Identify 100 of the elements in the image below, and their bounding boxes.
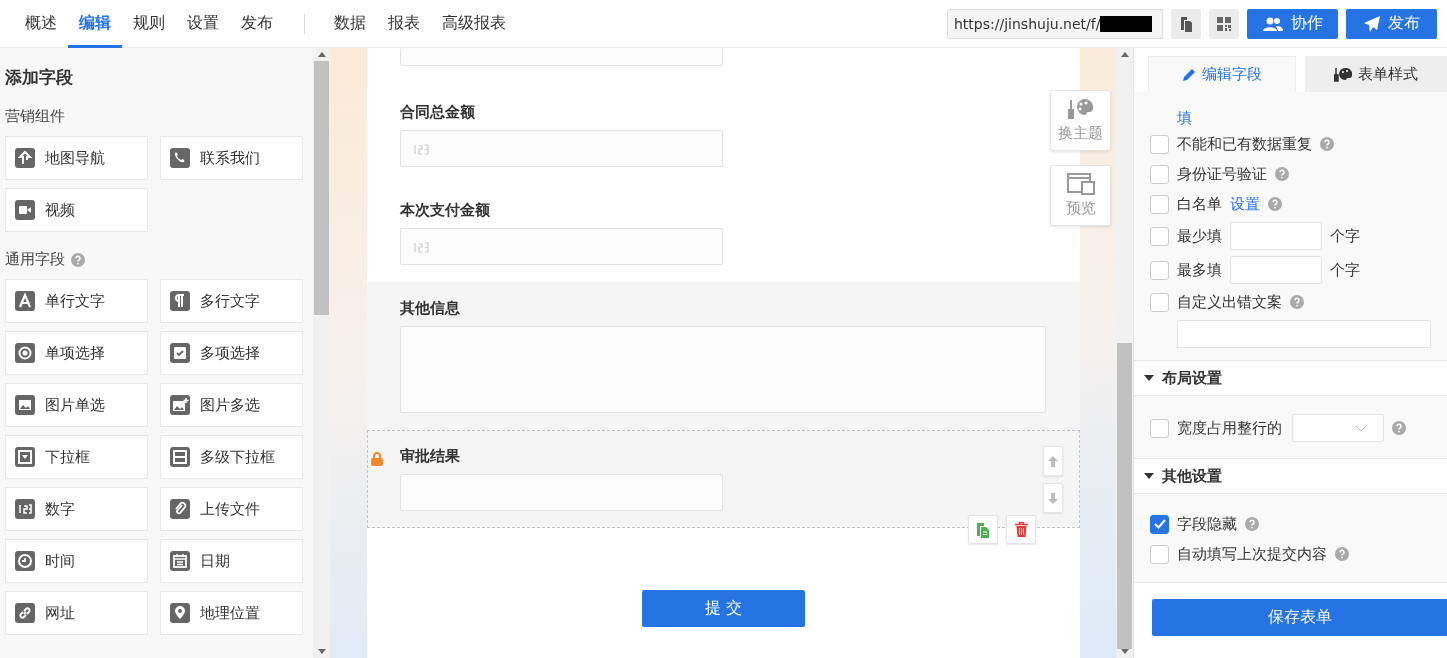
checkbox[interactable] bbox=[1150, 226, 1169, 246]
move-up-button[interactable] bbox=[1043, 446, 1063, 476]
checkbox-icon bbox=[170, 343, 190, 363]
nav-tab[interactable]: 设置 bbox=[176, 0, 230, 48]
arrow-down-icon bbox=[1047, 491, 1059, 505]
field-type-item[interactable]: 数字 bbox=[5, 487, 148, 531]
field-type-item[interactable]: 时间 bbox=[5, 539, 148, 583]
group-title: 营销组件 bbox=[5, 107, 65, 126]
url-field[interactable]: https://jinshuju.net/f/ bbox=[947, 8, 1163, 39]
scrollbar[interactable] bbox=[313, 48, 330, 658]
qr-code-button[interactable] bbox=[1209, 8, 1239, 39]
nav-tab[interactable]: 规则 bbox=[122, 0, 176, 48]
scroll-up-icon[interactable] bbox=[1120, 52, 1129, 57]
submit-button[interactable]: 提 交 bbox=[642, 590, 805, 627]
checkbox[interactable] bbox=[1150, 514, 1169, 534]
field-type-item[interactable]: 图片多选 bbox=[160, 383, 303, 427]
number-placeholder-icon bbox=[413, 141, 431, 156]
number-icon bbox=[15, 499, 35, 519]
help-icon[interactable] bbox=[1320, 137, 1334, 151]
option-label: 身份证号验证 bbox=[1177, 164, 1267, 184]
images-icon bbox=[170, 395, 190, 415]
field-label: 本次支付金额 bbox=[400, 201, 491, 220]
unit-label: 个字 bbox=[1330, 260, 1360, 280]
copy-icon bbox=[1179, 15, 1193, 32]
scroll-up-icon[interactable] bbox=[317, 52, 326, 57]
field-type-item[interactable]: 网址 bbox=[5, 591, 148, 635]
count-field[interactable] bbox=[1230, 222, 1322, 250]
delete-button[interactable] bbox=[1006, 515, 1036, 544]
checkbox[interactable] bbox=[1150, 292, 1169, 312]
help-icon[interactable] bbox=[1290, 295, 1304, 309]
checkbox[interactable] bbox=[1150, 544, 1169, 564]
group-title: 通用字段 bbox=[5, 250, 65, 269]
chevron-down-icon bbox=[1355, 424, 1367, 432]
checkbox[interactable] bbox=[1150, 194, 1169, 214]
field-type-item[interactable]: 地图导航 bbox=[5, 136, 148, 180]
copy-button[interactable] bbox=[968, 515, 998, 544]
number-placeholder-icon bbox=[413, 239, 431, 254]
help-icon[interactable] bbox=[71, 252, 85, 267]
header-action-button[interactable]: 协作 bbox=[1247, 8, 1338, 39]
checkbox[interactable] bbox=[1150, 418, 1169, 438]
field-type-item[interactable]: 下拉框 bbox=[5, 435, 148, 479]
field-type-item[interactable]: 多行文字 bbox=[160, 279, 303, 323]
field-type-item[interactable]: 多级下拉框 bbox=[160, 435, 303, 479]
width-select[interactable] bbox=[1292, 414, 1384, 442]
textarea-field[interactable] bbox=[400, 326, 1046, 413]
number-field[interactable] bbox=[400, 130, 723, 167]
field-type-item[interactable]: 图片单选 bbox=[5, 383, 148, 427]
unit-label: 个字 bbox=[1330, 226, 1360, 246]
scrollbar[interactable] bbox=[1116, 48, 1133, 658]
field-type-item[interactable]: 单行文字 bbox=[5, 279, 148, 323]
count-field[interactable] bbox=[1230, 256, 1322, 284]
panel-tab[interactable]: 编辑字段 bbox=[1148, 56, 1297, 92]
checkbox[interactable] bbox=[1150, 134, 1169, 154]
field-type-item[interactable]: 联系我们 bbox=[160, 136, 303, 180]
clock-icon bbox=[15, 551, 35, 571]
checkbox[interactable] bbox=[1150, 260, 1169, 280]
field-type-item[interactable]: 视频 bbox=[5, 188, 148, 232]
help-icon[interactable] bbox=[1275, 167, 1289, 181]
move-down-button[interactable] bbox=[1043, 483, 1063, 513]
help-icon[interactable] bbox=[1245, 517, 1259, 531]
clipped-link[interactable]: 填 bbox=[1177, 109, 1192, 127]
header-action-button[interactable]: 发布 bbox=[1346, 8, 1437, 39]
field-type-item[interactable]: 地理位置 bbox=[160, 591, 303, 635]
check-icon bbox=[1153, 519, 1166, 529]
help-icon[interactable] bbox=[1335, 547, 1349, 561]
nav-tab[interactable]: 报表 bbox=[377, 0, 431, 48]
checkbox[interactable] bbox=[1150, 164, 1169, 184]
scroll-down-icon[interactable] bbox=[317, 649, 326, 654]
field-label: 审批结果 bbox=[400, 447, 461, 466]
nav-tab[interactable]: 发布 bbox=[230, 0, 284, 48]
input-field[interactable] bbox=[400, 48, 723, 66]
pilcrow-icon bbox=[170, 291, 190, 311]
pin-icon bbox=[170, 603, 190, 623]
option-label: 宽度占用整行的 bbox=[1177, 418, 1282, 438]
panel-tab[interactable]: 表单样式 bbox=[1305, 56, 1447, 92]
option-label: 白名单 bbox=[1177, 194, 1222, 214]
signpost-icon bbox=[15, 148, 35, 168]
caret-down-icon bbox=[1144, 471, 1154, 481]
phone-icon bbox=[170, 148, 190, 168]
nav-tab[interactable]: 概述 bbox=[14, 0, 68, 48]
number-field[interactable] bbox=[400, 228, 723, 265]
settings-link[interactable]: 设置 bbox=[1230, 194, 1260, 214]
option-label: 自定义出错文案 bbox=[1177, 292, 1282, 312]
save-form-button[interactable]: 保存表单 bbox=[1152, 599, 1447, 636]
nav-tab[interactable]: 高级报表 bbox=[431, 0, 517, 48]
error-text-field[interactable] bbox=[1177, 320, 1431, 348]
help-icon[interactable] bbox=[1392, 421, 1406, 435]
send-icon bbox=[1363, 15, 1380, 32]
section-header[interactable]: 布局设置 bbox=[1134, 360, 1447, 396]
field-type-item[interactable]: 上传文件 bbox=[160, 487, 303, 531]
link-icon bbox=[15, 603, 35, 623]
help-icon[interactable] bbox=[1268, 197, 1282, 211]
field-type-item[interactable]: 单项选择 bbox=[5, 331, 148, 375]
text-field[interactable] bbox=[400, 474, 723, 511]
copy-link-button[interactable] bbox=[1171, 8, 1201, 39]
field-type-item[interactable]: 多项选择 bbox=[160, 331, 303, 375]
nav-tab[interactable]: 数据 bbox=[323, 0, 377, 48]
field-type-item[interactable]: 日期 bbox=[160, 539, 303, 583]
section-header[interactable]: 其他设置 bbox=[1134, 458, 1447, 494]
pencil-icon bbox=[1182, 67, 1197, 82]
